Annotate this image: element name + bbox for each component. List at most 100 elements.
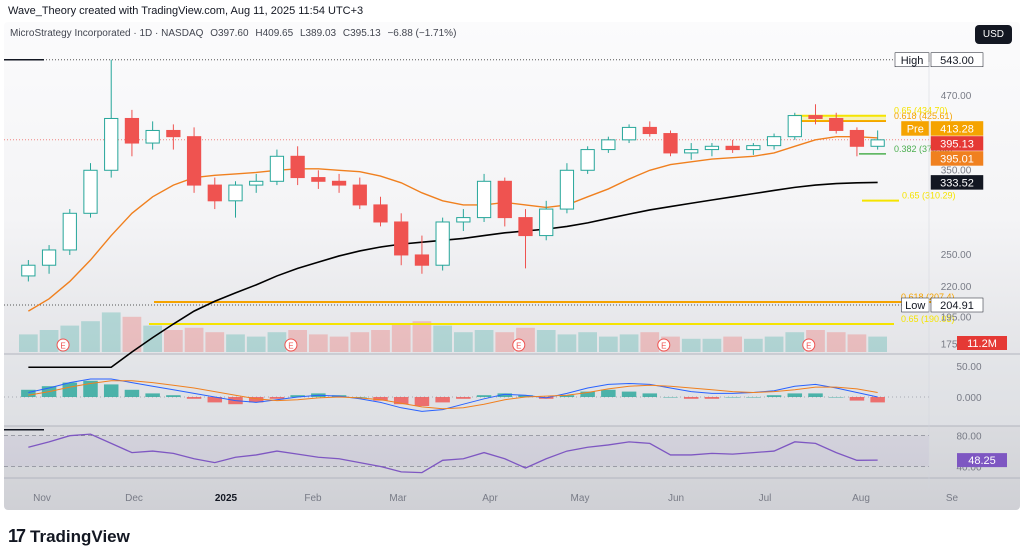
- candle-body: [269, 155, 285, 182]
- volume-bar: [557, 334, 577, 352]
- time-axis-label: Mar: [389, 493, 407, 504]
- volume-bar: [744, 338, 763, 352]
- candle-body: [829, 117, 844, 131]
- price-tag: 395.01: [930, 151, 984, 166]
- price-tag-value: 395.13: [940, 138, 974, 150]
- price-tag: 395.13: [930, 136, 984, 151]
- open-value: O397.60: [210, 28, 249, 39]
- macd-histogram-bar: [601, 389, 616, 397]
- fib-level-label: 0.618 (425.61): [894, 111, 953, 121]
- candle-body: [746, 145, 761, 151]
- price-tick-label: 250.00: [941, 250, 972, 261]
- change-value: −6.88 (−1.71%): [387, 28, 457, 39]
- macd-histogram-bar: [725, 397, 740, 398]
- volume-bar: [350, 332, 370, 352]
- earnings-letter: E: [806, 342, 811, 351]
- candle-body: [497, 180, 512, 219]
- candle-body: [41, 249, 57, 266]
- candle-body: [766, 136, 782, 147]
- price-tag-value: 395.01: [940, 153, 974, 165]
- volume-bar: [267, 332, 287, 352]
- time-axis-label: Jun: [668, 493, 684, 504]
- volume-bar: [329, 336, 349, 352]
- macd-histogram-bar: [166, 395, 181, 397]
- time-axis-label: 2025: [215, 493, 238, 504]
- volume-bar: [391, 323, 411, 352]
- ema50-line: [28, 135, 878, 312]
- candle-body: [311, 177, 326, 182]
- price-tick-label: 350.00: [941, 165, 972, 176]
- time-axis-label: Apr: [482, 493, 498, 504]
- time-axis-label: Jul: [759, 493, 772, 504]
- candle-body: [124, 117, 140, 144]
- volume-bar: [619, 334, 639, 352]
- price-tag: 543.00 High: [894, 52, 984, 68]
- candle-body: [559, 169, 575, 210]
- earnings-marker: E: [802, 338, 816, 352]
- volume-bar: [474, 330, 494, 352]
- volume-bar: [495, 332, 515, 352]
- candle-body: [849, 129, 865, 147]
- candle-body: [518, 217, 533, 237]
- candle-body: [186, 136, 202, 186]
- price-chart[interactable]: 0.65 (434.70)0.618 (425.61)0.382 (373.55…: [4, 22, 1020, 510]
- price-tag-label: High: [901, 55, 924, 67]
- candle-body: [145, 129, 160, 144]
- candle-body: [394, 221, 409, 256]
- volume-bar: [723, 336, 742, 352]
- macd-histogram-bar: [103, 384, 119, 397]
- volume-bar: [785, 332, 805, 352]
- price-tag-value: 413.28: [940, 123, 974, 135]
- rsi-tick-label: 80.00: [956, 432, 981, 443]
- time-axis-label: Aug: [852, 493, 870, 504]
- macd-histogram-bar: [21, 389, 36, 397]
- macd-histogram-bar: [456, 397, 471, 399]
- time-axis-label: May: [571, 493, 590, 504]
- macd-histogram-bar: [828, 397, 844, 398]
- symbol-legend: MicroStrategy Incorporated · 1D · NASDAQ…: [10, 28, 456, 39]
- rsi-band: [4, 435, 929, 467]
- earnings-letter: E: [516, 342, 521, 351]
- candle-body: [787, 115, 802, 138]
- volume-bar: [868, 336, 887, 352]
- volume-bar: [226, 334, 245, 352]
- candle-body: [663, 133, 678, 154]
- brand-name: TradingView: [30, 526, 130, 546]
- macd-histogram-bar: [476, 395, 492, 397]
- price-tag-value: 204.91: [940, 300, 974, 312]
- candle-body: [684, 149, 699, 154]
- macd-histogram-bar: [849, 397, 865, 401]
- volume-bar: [433, 325, 452, 352]
- earnings-marker: E: [284, 338, 298, 352]
- price-tag-value: 543.00: [940, 55, 974, 67]
- price-tag-label: Low: [905, 300, 925, 312]
- candle-body: [104, 117, 119, 171]
- price-tick-label: 470.00: [941, 91, 972, 102]
- volume-bar: [19, 334, 38, 352]
- chart-frame[interactable]: 0.65 (434.70) 0.618 (425.61) 0.382 (373.55…: [4, 22, 1020, 510]
- volume-bar: [371, 330, 390, 352]
- volume-bar: [826, 332, 846, 352]
- macd-histogram-bar: [663, 397, 678, 398]
- macd-histogram-bar: [787, 393, 803, 397]
- volume-bar: [164, 330, 183, 352]
- close-value: C395.13: [342, 28, 381, 39]
- volume-bar: [681, 338, 701, 352]
- tradingview-logo[interactable]: 17 TradingView: [8, 526, 130, 547]
- credit-text: Wave_Theory created with TradingView.com…: [8, 5, 364, 17]
- volume-bar: [412, 321, 432, 352]
- candle-body: [725, 145, 740, 151]
- macd-histogram-bar: [124, 389, 140, 397]
- time-axis-label: Nov: [33, 493, 51, 504]
- volume-bar: [101, 312, 121, 352]
- candle-body: [21, 264, 36, 277]
- footer: 17 TradingView: [0, 512, 1024, 558]
- macd-histogram-bar: [766, 395, 782, 397]
- candle-body: [373, 204, 388, 223]
- macd-histogram-bar: [62, 382, 78, 397]
- earnings-letter: E: [661, 342, 666, 351]
- currency-button[interactable]: USD: [974, 25, 1012, 44]
- volume-bar: [39, 330, 59, 352]
- symbol-name: MicroStrategy Incorporated · 1D · NASDAQ: [10, 28, 204, 39]
- candle-body: [621, 126, 637, 141]
